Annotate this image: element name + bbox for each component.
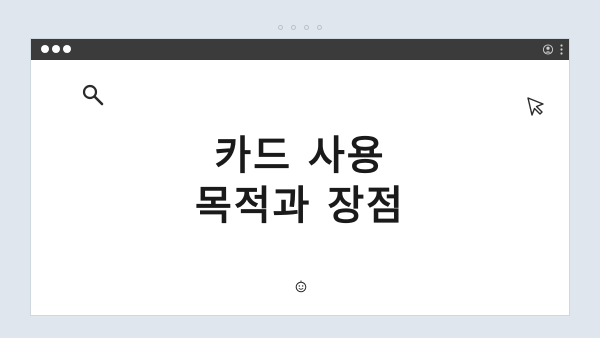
page-title: 카드 사용 목적과 장점	[31, 131, 569, 231]
pagination-dot	[278, 25, 283, 30]
kebab-menu-icon[interactable]	[560, 44, 563, 55]
pagination-dot	[317, 25, 322, 30]
smile-icon	[295, 280, 307, 293]
cursor-icon	[527, 97, 544, 116]
window-dot-icon	[41, 45, 49, 53]
pagination-dot	[291, 25, 296, 30]
search-icon	[82, 84, 104, 106]
title-line-2: 목적과 장점	[195, 183, 405, 229]
title-line-1: 카드 사용	[214, 133, 386, 179]
pagination-dots	[0, 25, 600, 30]
pagination-dot	[304, 25, 309, 30]
window-titlebar	[31, 39, 569, 60]
window-dot-icon	[63, 45, 71, 53]
window-dot-icon	[52, 45, 60, 53]
browser-window: 카드 사용 목적과 장점	[30, 38, 570, 316]
user-icon[interactable]	[543, 44, 553, 55]
